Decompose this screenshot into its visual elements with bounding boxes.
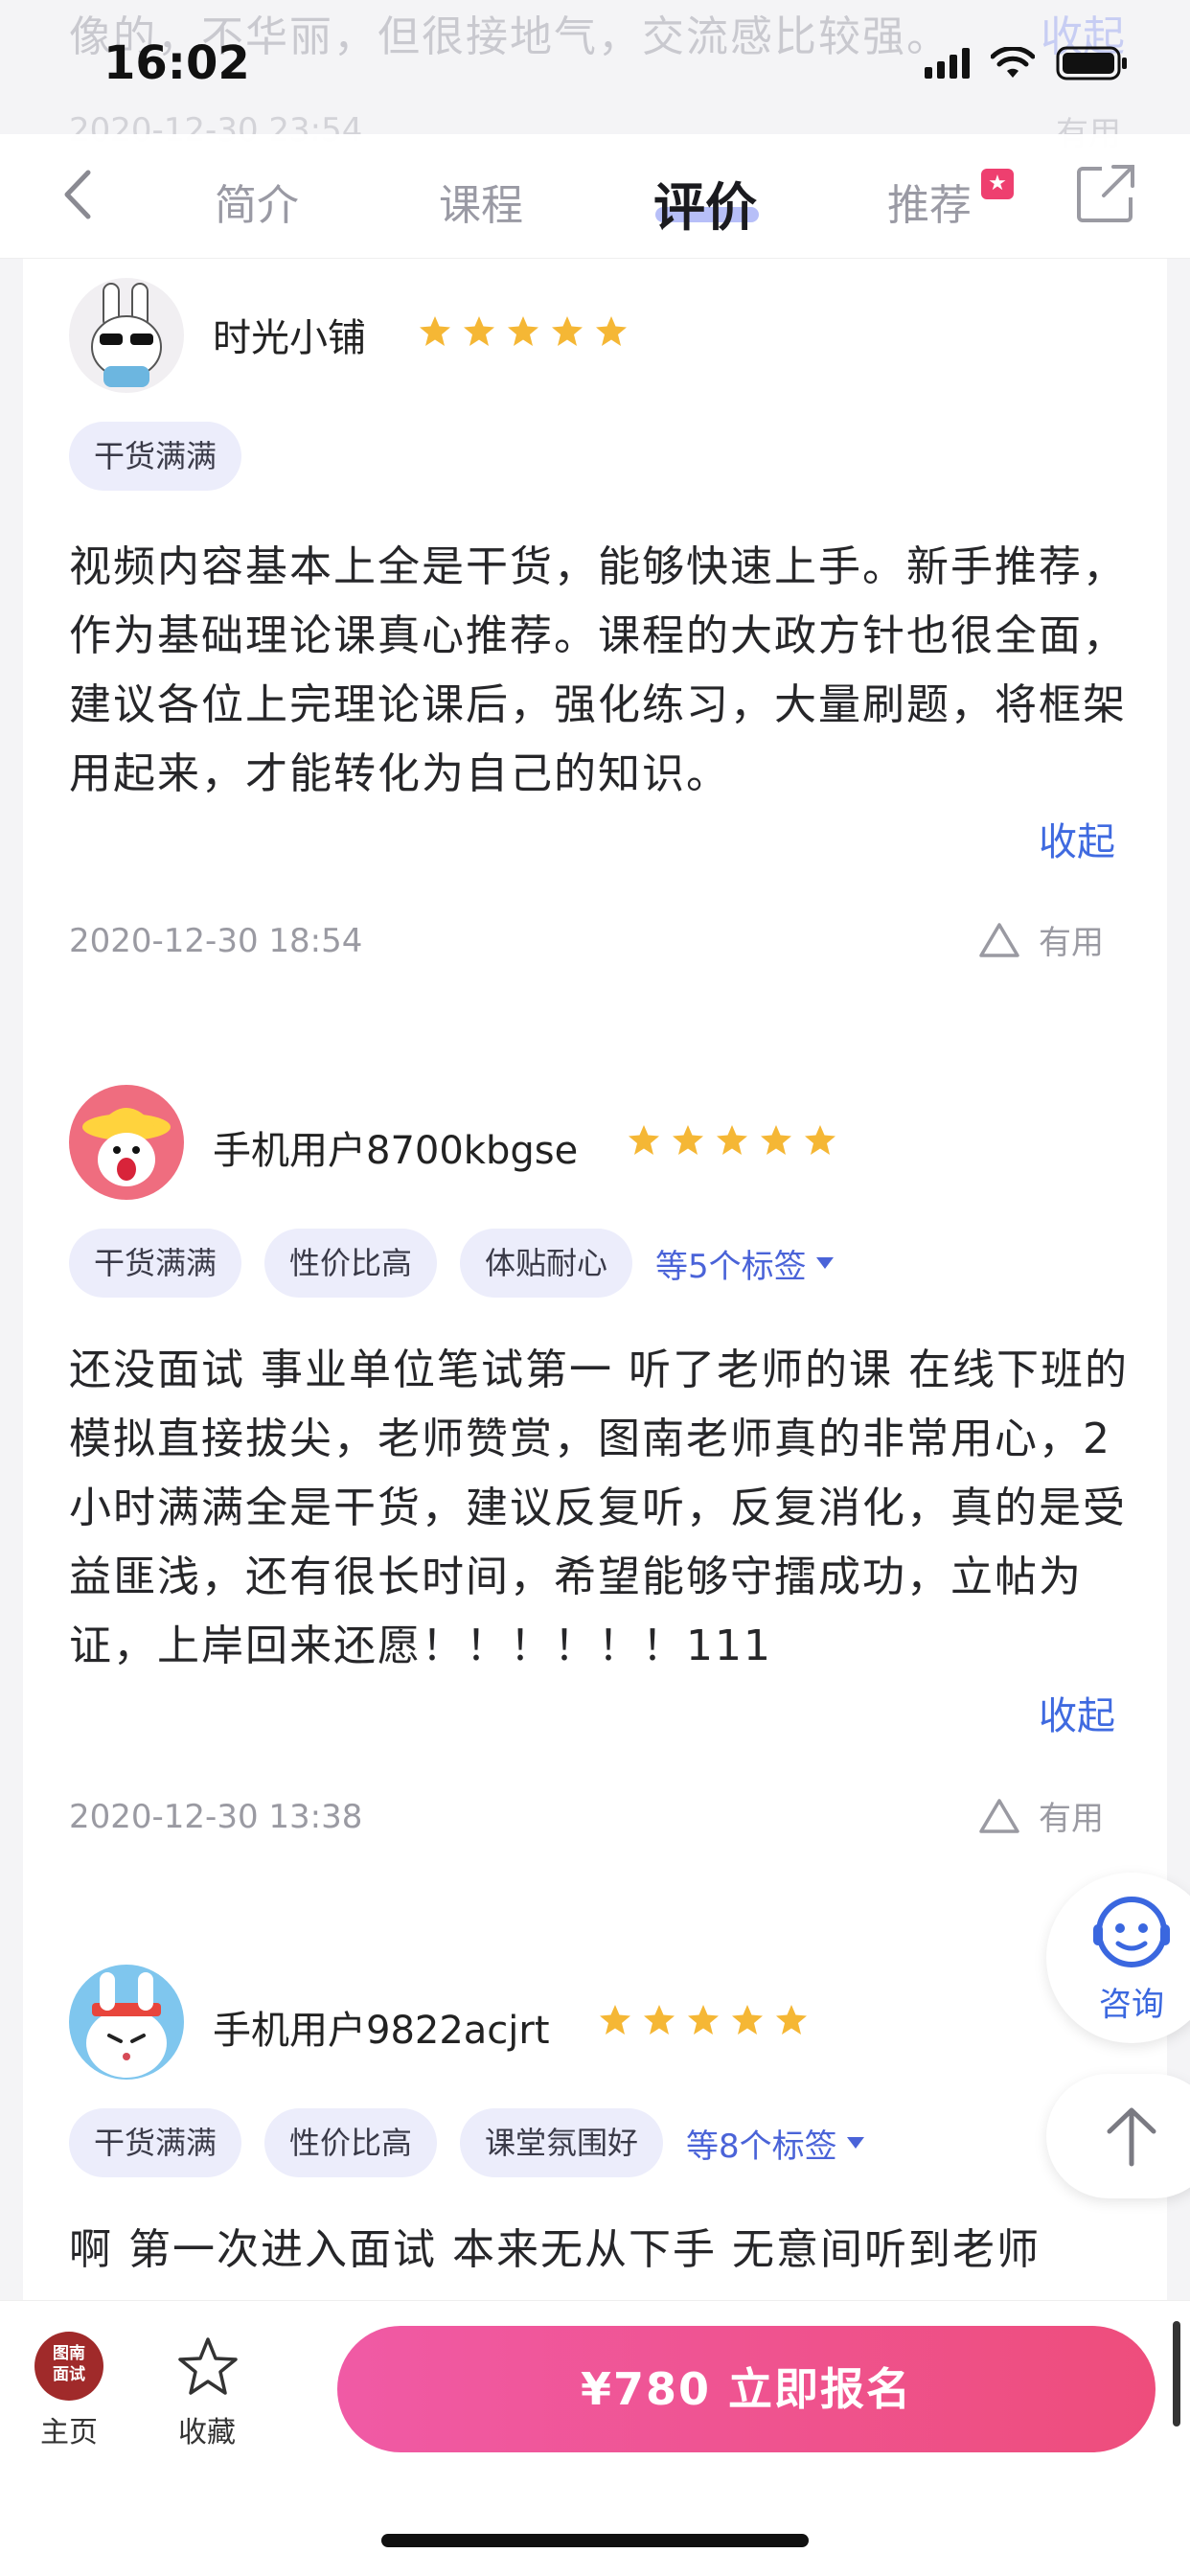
review-tag: 性价比高 [264, 1229, 438, 1298]
logo-text-line: 面试 [53, 2365, 85, 2384]
collapse-link[interactable]: 收起 [1039, 811, 1115, 866]
home-indicator[interactable] [381, 2534, 809, 2547]
star-icon [732, 2005, 763, 2035]
home-label[interactable]: 主页 [40, 2408, 98, 2450]
review-tags: 干货满满 性价比高 课堂氛围好 等8个标签 [69, 2108, 866, 2177]
review-list: 时光小铺 干货满满 视频内容基本上全是干货，能够快速上手。新手推荐，作为基础理论… [23, 259, 1167, 2300]
rating-stars [627, 1123, 837, 1158]
star-icon [805, 1125, 835, 1155]
star-icon [552, 316, 583, 346]
wifi-icon [991, 47, 1035, 78]
star-icon [717, 1125, 747, 1155]
more-tags-label: 等8个标签 [686, 2127, 837, 2166]
review-tag: 课堂氛围好 [460, 2108, 664, 2177]
review-tag: 干货满满 [69, 1229, 242, 1298]
status-bar: 16:02 [0, 0, 1190, 134]
share-icon[interactable] [1075, 163, 1136, 224]
star-icon [464, 316, 494, 346]
star-icon [688, 2005, 719, 2035]
headset-icon [1093, 1897, 1170, 1967]
course-review-page: 像的，不华丽，但很接地气，交流感比较强。 收起 2020-12-30 23:54… [0, 0, 1190, 2576]
user-name: 时光小铺 [213, 316, 366, 360]
logo-text-line: 图南 [53, 2344, 85, 2363]
useful-label: 有用 [1039, 924, 1104, 962]
star-icon [420, 316, 450, 346]
star-icon [644, 2005, 675, 2035]
triangle-icon [979, 1798, 1019, 1833]
star-icon [761, 1125, 791, 1155]
review-tag: 体贴耐心 [460, 1229, 633, 1298]
tab-navbar: 简介 课程 评价 推荐 ★ [0, 134, 1190, 259]
hat-avatar-icon [82, 1108, 171, 1186]
scrollbar[interactable] [1173, 2321, 1180, 2426]
more-tags-link[interactable]: 等8个标签 [686, 2120, 866, 2167]
useful-button[interactable]: 有用 [977, 916, 1104, 963]
tab-intro[interactable]: 简介 [215, 171, 299, 232]
tab-course[interactable]: 课程 [439, 171, 523, 232]
rating-stars [598, 2003, 809, 2037]
review-date: 2020-12-30 13:38 [69, 1798, 363, 1836]
review-tags: 干货满满 [69, 422, 242, 491]
review-content: 还没面试 事业单位笔试第一 听了老师的课 在线下班的模拟直接拔尖，老师赞赏，图南… [69, 1346, 1129, 1670]
star-icon [776, 2005, 807, 2035]
star-icon [629, 1125, 659, 1155]
star-icon [508, 316, 538, 346]
avatar[interactable] [69, 1965, 184, 2080]
review-tags: 干货满满 性价比高 体贴耐心 等5个标签 [69, 1229, 835, 1298]
rabbit-avatar-icon [91, 283, 162, 387]
favorite-label[interactable]: 收藏 [178, 2408, 236, 2450]
star-icon [673, 1125, 703, 1155]
triangle-icon [979, 922, 1019, 957]
star-outline-icon[interactable] [176, 2335, 240, 2399]
tab-recommend[interactable]: 推荐 [887, 171, 972, 232]
tab-reviews[interactable]: 评价 [653, 165, 757, 241]
review-content: 视频内容基本上全是干货，能够快速上手。新手推荐，作为基础理论课真心推荐。课程的大… [69, 542, 1127, 798]
consult-label: 咨询 [1099, 1986, 1164, 2024]
battery-icon [1056, 46, 1127, 80]
review-tag: 干货满满 [69, 2108, 242, 2177]
star-icon [596, 316, 627, 346]
review-tag: 性价比高 [264, 2108, 438, 2177]
bunny-avatar-icon [86, 1972, 167, 2078]
review-tag: 干货满满 [69, 422, 242, 491]
more-tags-label: 等5个标签 [655, 1247, 807, 1286]
star-badge-icon: ★ [981, 169, 1014, 199]
avatar[interactable] [69, 278, 184, 393]
collapse-link[interactable]: 收起 [1039, 1685, 1115, 1740]
status-time: 16:02 [103, 36, 250, 90]
brand-logo-icon[interactable]: 图南 面试 [34, 2332, 103, 2401]
user-name: 手机用户8700kbgse [213, 1129, 579, 1173]
review-content: 啊 第一次进入面试 本来无从下手 无意间听到老师 [69, 2225, 1041, 2274]
useful-button[interactable]: 有用 [977, 1792, 1104, 1839]
caret-down-icon [815, 1257, 834, 1269]
back-to-top-button[interactable] [1046, 2074, 1190, 2198]
star-icon [600, 2005, 630, 2035]
avatar[interactable] [69, 1085, 184, 1200]
enroll-button[interactable]: ¥780 立即报名 [337, 2326, 1156, 2452]
signal-icon [925, 48, 970, 79]
rating-stars [418, 314, 629, 349]
review-date: 2020-12-30 18:54 [69, 922, 363, 960]
caret-down-icon [846, 2137, 864, 2149]
status-icons [925, 46, 1129, 80]
more-tags-link[interactable]: 等5个标签 [655, 1240, 835, 1287]
chevron-left-icon[interactable] [54, 161, 102, 228]
useful-label: 有用 [1039, 1800, 1104, 1838]
arrow-up-icon [1107, 2107, 1156, 2167]
user-name: 手机用户9822acjrt [213, 2009, 550, 2053]
